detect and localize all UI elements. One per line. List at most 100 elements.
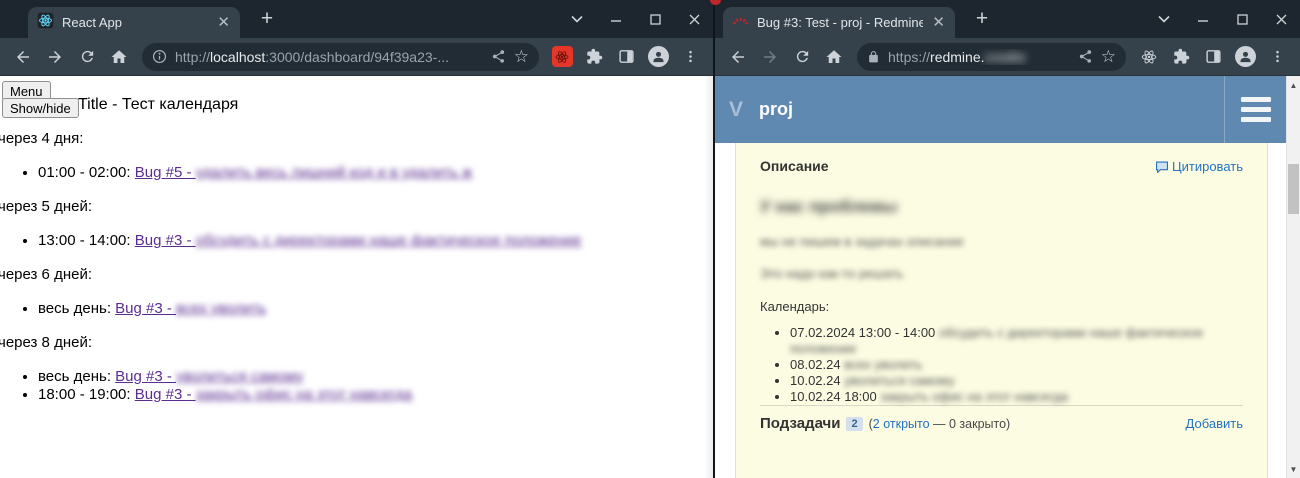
left-tab-strip: React App ✕ +: [0, 0, 713, 38]
blurred-url-part: credits: [985, 49, 1026, 65]
tab-close-icon[interactable]: ✕: [216, 15, 231, 30]
right-window-controls: [1157, 0, 1288, 38]
reload-button[interactable]: [789, 44, 815, 70]
profile-avatar[interactable]: [1232, 44, 1258, 70]
divider: [760, 405, 1243, 406]
share-icon[interactable]: [1078, 49, 1093, 64]
address-bar[interactable]: http://localhost:3000/dashboard/94f39a23…: [142, 43, 539, 71]
bug-link[interactable]: Bug #3 - обсудить с директорами наше фак…: [135, 232, 582, 249]
right-scrollbar[interactable]: ▲ ▼: [1286, 76, 1300, 478]
blurred-entry-text: закрыть офис на этот навсегда: [880, 389, 1068, 404]
url-text: https://redmine.credits: [888, 49, 1070, 65]
close-window-button[interactable]: [687, 12, 701, 26]
calendar-list-item: 13:00 - 14:00: Bug #3 - обсудить с дирек…: [38, 232, 699, 250]
calendar-label: Календарь:: [760, 299, 1243, 314]
calendar-groups: через 4 дня: 01:00 - 02:00: Bug #5 - уда…: [0, 114, 699, 420]
quote-link[interactable]: Цитировать: [1155, 159, 1243, 176]
maximize-button[interactable]: [648, 12, 662, 26]
redmine-header: V proj: [715, 76, 1286, 143]
minimize-button[interactable]: [609, 12, 623, 26]
bookmark-star-icon[interactable]: ☆: [514, 48, 529, 65]
blurred-paragraph: Это надо как-то решать: [760, 266, 1243, 281]
project-name: proj: [759, 99, 793, 120]
subtasks-count-badge: 2: [846, 417, 862, 431]
left-scrollbar[interactable]: [704, 76, 713, 478]
react-app-page: Menu Show/hide Title - Тест календаря че…: [0, 76, 713, 478]
reload-button[interactable]: [74, 44, 100, 70]
browser-menu-dots-icon[interactable]: [677, 44, 703, 70]
page-title: Title - Тест календаря: [78, 96, 238, 114]
minimize-button[interactable]: [1196, 12, 1210, 26]
calendar-list-item: весь день: Bug #3 - всех уволить: [38, 300, 699, 318]
blurred-paragraph: мы не пишем в задачах описание: [760, 234, 1243, 249]
browser-menu-dots-icon[interactable]: [1264, 44, 1290, 70]
home-button[interactable]: [106, 44, 132, 70]
bug-link[interactable]: Bug #3 - закрыть офис на этот навсегда: [135, 386, 412, 403]
close-window-button[interactable]: [1274, 12, 1288, 26]
scroll-down-icon[interactable]: ▼: [1287, 462, 1300, 476]
profile-avatar[interactable]: [645, 44, 671, 70]
blurred-description-title: У нас проблемы: [760, 197, 1243, 217]
blurred-link-text: уволиться самому: [176, 368, 303, 385]
extensions-puzzle-icon[interactable]: [581, 44, 607, 70]
react-devtools-extension-icon[interactable]: [549, 44, 575, 70]
blurred-entry-text: всех уволить: [844, 357, 922, 372]
maximize-button[interactable]: [1235, 12, 1249, 26]
hamburger-menu-icon[interactable]: [1224, 76, 1286, 143]
blurred-link-text: закрыть офис на этот навсегда: [196, 386, 413, 403]
side-panel-icon[interactable]: [613, 44, 639, 70]
calendar-entry: 08.02.24 всех уволить: [790, 357, 1243, 373]
new-tab-button[interactable]: +: [254, 6, 280, 32]
redmine-page: V proj Описание Цитировать У нас проблем…: [715, 76, 1300, 478]
open-subtasks-link[interactable]: 2 открыто: [873, 417, 930, 431]
redmine-favicon-icon: [732, 12, 749, 34]
back-button[interactable]: [725, 44, 751, 70]
bug-link[interactable]: Bug #3 - уволиться самому: [115, 368, 303, 385]
calendar-entry: 10.02.24 уволиться самому: [790, 373, 1243, 389]
issue-body: Описание Цитировать У нас проблемы мы не…: [715, 143, 1286, 478]
right-toolbar: https://redmine.credits ☆: [715, 38, 1300, 76]
side-panel-icon[interactable]: [1200, 44, 1226, 70]
group-heading: через 8 дней:: [0, 334, 699, 352]
description-heading: Описание: [760, 158, 829, 174]
page-info-icon[interactable]: [152, 49, 167, 64]
tab-search-chevron-icon[interactable]: [1157, 12, 1171, 26]
left-browser-window: React App ✕ + http://localhost:3000/dash…: [0, 0, 713, 478]
group-heading: через 6 дней:: [0, 266, 699, 284]
blurred-link-text: обсудить с директорами наше фактическое …: [196, 232, 582, 249]
tab-react-app[interactable]: React App ✕: [28, 7, 240, 38]
bookmark-star-icon[interactable]: ☆: [1101, 48, 1116, 65]
group-heading: через 4 дня:: [0, 130, 699, 148]
bug-link[interactable]: Bug #5 - удалить весь лишний код и в уда…: [135, 164, 472, 181]
react-favicon-icon: [37, 12, 54, 34]
redmine-logo: V: [729, 98, 743, 122]
calendar-entries: 07.02.2024 13:00 - 14:00 обсудить с дире…: [760, 325, 1243, 405]
issue-details-box: Описание Цитировать У нас проблемы мы не…: [735, 143, 1268, 478]
group-heading: через 5 дней:: [0, 198, 699, 216]
forward-button[interactable]: [757, 44, 783, 70]
address-bar[interactable]: https://redmine.credits ☆: [857, 43, 1126, 71]
calendar-list-item: весь день: Bug #3 - уволиться самому: [38, 368, 699, 386]
bug-link[interactable]: Bug #3 - всех уволить: [115, 300, 266, 317]
scroll-up-icon[interactable]: ▲: [1287, 78, 1300, 92]
subtasks-counts: (2 открыто — 0 закрыто): [869, 417, 1011, 431]
scrollbar-thumb[interactable]: [1288, 164, 1299, 214]
new-tab-button[interactable]: +: [969, 6, 995, 32]
blurred-link-text: всех уволить: [176, 300, 266, 317]
forward-button[interactable]: [42, 44, 68, 70]
calendar-entry: 07.02.2024 13:00 - 14:00 обсудить с дире…: [790, 325, 1243, 357]
share-icon[interactable]: [491, 49, 506, 64]
react-devtools-extension-icon[interactable]: [1136, 44, 1162, 70]
calendar-list-item: 01:00 - 02:00: Bug #5 - удалить весь лиш…: [38, 164, 699, 182]
extensions-puzzle-icon[interactable]: [1168, 44, 1194, 70]
left-window-controls: [570, 0, 701, 38]
add-subtask-link[interactable]: Добавить: [1186, 416, 1243, 431]
home-button[interactable]: [821, 44, 847, 70]
tab-search-chevron-icon[interactable]: [570, 12, 584, 26]
left-toolbar: http://localhost:3000/dashboard/94f39a23…: [0, 38, 713, 76]
back-button[interactable]: [10, 44, 36, 70]
tab-close-icon[interactable]: ✕: [931, 15, 946, 30]
url-text: http://localhost:3000/dashboard/94f39a23…: [175, 49, 483, 65]
lock-icon[interactable]: [867, 50, 880, 64]
tab-redmine-bug[interactable]: Bug #3: Test - proj - Redmine ✕: [723, 7, 955, 38]
